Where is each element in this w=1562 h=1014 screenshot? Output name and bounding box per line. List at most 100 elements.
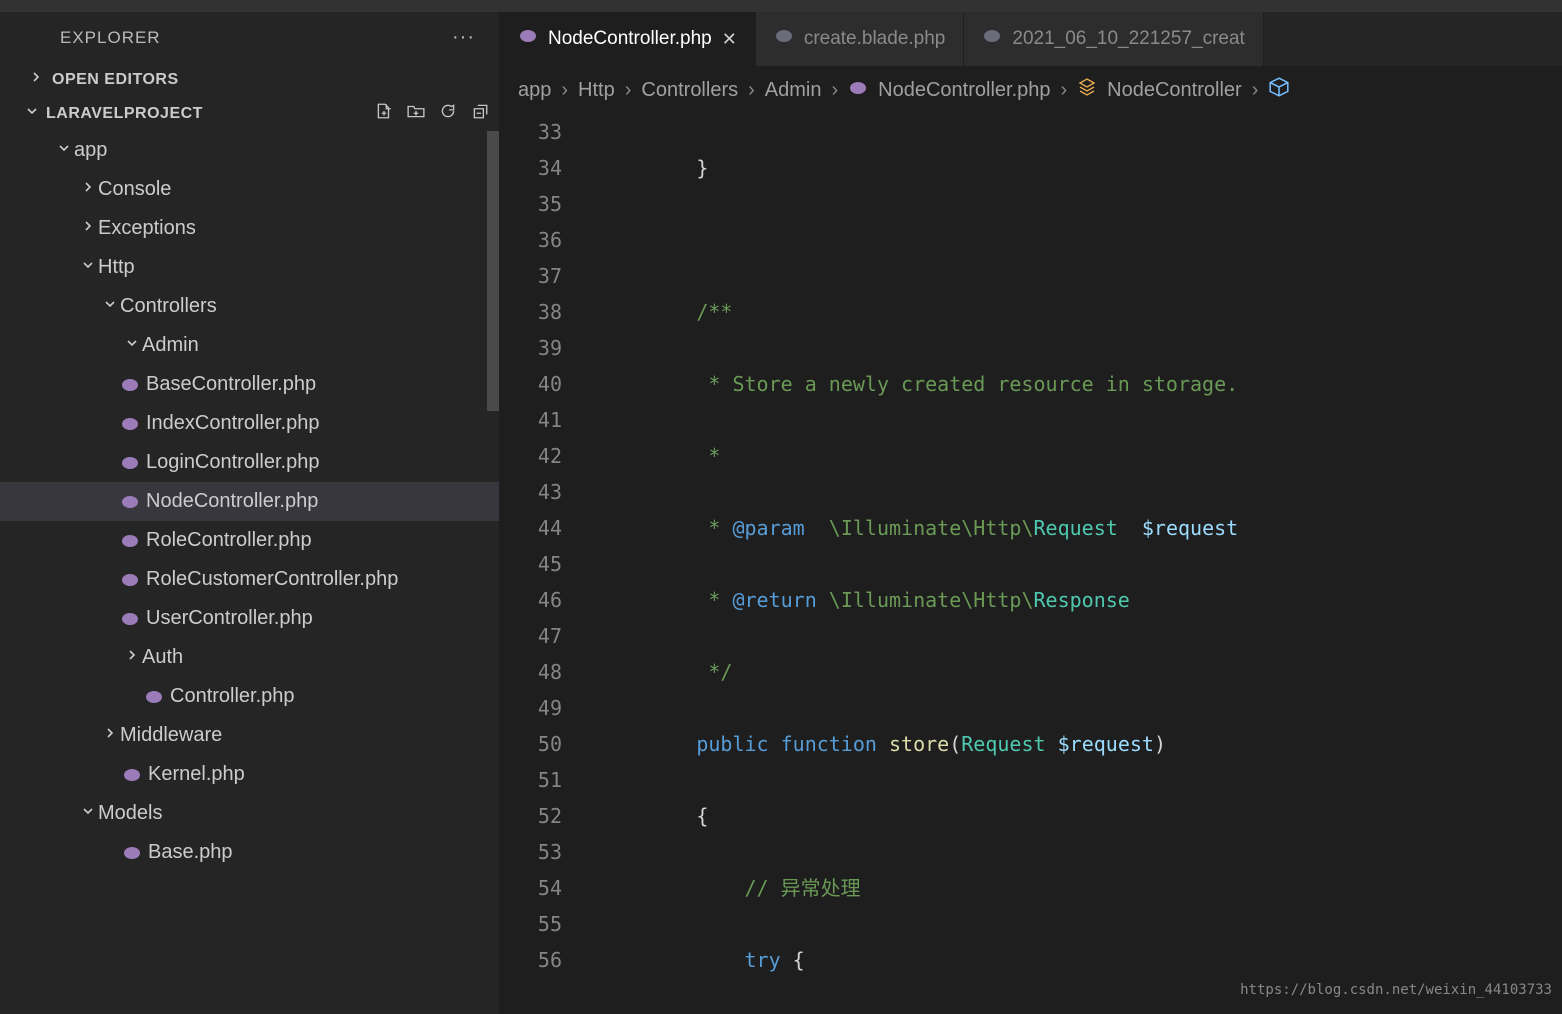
open-editors-section[interactable]: OPEN EDITORS xyxy=(0,63,499,96)
chevron-right-icon: › xyxy=(625,79,632,102)
line-number: 50 xyxy=(500,726,562,762)
code-text: Request xyxy=(961,732,1045,756)
line-number: 52 xyxy=(500,798,562,834)
file-label: Controller.php xyxy=(170,685,295,708)
file-base-controller[interactable]: BaseController.php xyxy=(0,365,499,404)
editor-area: NodeController.php ✕ create.blade.php 20… xyxy=(500,12,1562,1014)
php-icon xyxy=(142,689,166,705)
new-folder-icon[interactable] xyxy=(407,102,425,125)
file-kernel[interactable]: Kernel.php xyxy=(0,755,499,794)
gutter: 33 34 35 36 37 38 39 40 41 42 43 44 45 4… xyxy=(500,114,590,1014)
collapse-all-icon[interactable] xyxy=(471,102,489,125)
file-role-controller[interactable]: RoleController.php xyxy=(0,521,499,560)
breadcrumb-item[interactable]: NodeController.php xyxy=(878,79,1050,102)
chevron-down-icon xyxy=(78,802,98,825)
code-text: * xyxy=(600,588,732,612)
folder-middleware[interactable]: Middleware xyxy=(0,716,499,755)
folder-app[interactable]: app xyxy=(0,131,499,170)
explorer-title: EXPLORER xyxy=(60,28,161,48)
file-controller[interactable]: Controller.php xyxy=(0,677,499,716)
code-content[interactable]: } /** * Store a newly created resource i… xyxy=(590,114,1562,1014)
file-label: Kernel.php xyxy=(148,763,245,786)
code-text xyxy=(877,732,889,756)
tabs: NodeController.php ✕ create.blade.php 20… xyxy=(500,12,1562,66)
file-base[interactable]: Base.php xyxy=(0,833,499,872)
php-icon xyxy=(774,28,794,50)
php-icon xyxy=(120,845,144,861)
project-header[interactable]: LARAVELPROJECT xyxy=(0,96,499,131)
code-text: ) xyxy=(1154,732,1166,756)
breadcrumb-item[interactable]: app xyxy=(518,79,551,102)
line-number: 33 xyxy=(500,114,562,150)
file-tree[interactable]: app Console Exceptions Http Controllers … xyxy=(0,131,499,1014)
chevron-down-icon xyxy=(100,295,120,318)
folder-label: Controllers xyxy=(120,295,217,318)
project-name: LARAVELPROJECT xyxy=(46,105,203,123)
folder-label: Http xyxy=(98,256,135,279)
folder-admin[interactable]: Admin xyxy=(0,326,499,365)
line-number: 37 xyxy=(500,258,562,294)
line-number: 56 xyxy=(500,942,562,978)
tab-node-controller[interactable]: NodeController.php ✕ xyxy=(500,12,756,66)
scrollbar-thumb[interactable] xyxy=(487,131,499,411)
file-role-customer-controller[interactable]: RoleCustomerController.php xyxy=(0,560,499,599)
php-icon xyxy=(118,377,142,393)
folder-http[interactable]: Http xyxy=(0,248,499,287)
folder-exceptions[interactable]: Exceptions xyxy=(0,209,499,248)
code-text: $request xyxy=(1142,516,1238,540)
new-file-icon[interactable] xyxy=(375,102,393,125)
folder-models[interactable]: Models xyxy=(0,794,499,833)
line-number: 54 xyxy=(500,870,562,906)
file-index-controller[interactable]: IndexController.php xyxy=(0,404,499,443)
refresh-icon[interactable] xyxy=(439,102,457,125)
line-number: 46 xyxy=(500,582,562,618)
line-number: 44 xyxy=(500,510,562,546)
php-icon xyxy=(982,28,1002,50)
line-number: 42 xyxy=(500,438,562,474)
file-user-controller[interactable]: UserController.php xyxy=(0,599,499,638)
code-text xyxy=(1046,732,1058,756)
main-area: EXPLORER ··· OPEN EDITORS LARAVELPROJECT xyxy=(0,12,1562,1014)
breadcrumb-item[interactable]: NodeController xyxy=(1107,79,1242,102)
folder-auth[interactable]: Auth xyxy=(0,638,499,677)
code-text: { xyxy=(781,948,805,972)
more-icon[interactable]: ··· xyxy=(452,26,475,49)
code-text: // 异常处理 xyxy=(745,876,861,900)
line-number: 48 xyxy=(500,654,562,690)
tab-label: 2021_06_10_221257_creat xyxy=(1012,28,1244,50)
chevron-down-icon xyxy=(54,139,74,162)
breadcrumb-item[interactable]: Admin xyxy=(765,79,822,102)
chevron-right-icon xyxy=(100,724,120,747)
line-number: 35 xyxy=(500,186,562,222)
file-login-controller[interactable]: LoginController.php xyxy=(0,443,499,482)
folder-label: app xyxy=(74,139,107,162)
file-label: Base.php xyxy=(148,841,233,864)
breadcrumb-item[interactable]: Http xyxy=(578,79,615,102)
code-text: function xyxy=(781,732,877,756)
close-icon[interactable]: ✕ xyxy=(722,29,737,50)
chevron-right-icon: › xyxy=(561,79,568,102)
code-text xyxy=(600,948,745,972)
file-label: LoginController.php xyxy=(146,451,319,474)
php-icon xyxy=(118,455,142,471)
tab-label: create.blade.php xyxy=(804,28,946,50)
folder-console[interactable]: Console xyxy=(0,170,499,209)
breadcrumb-item[interactable]: Controllers xyxy=(641,79,738,102)
tab-migration[interactable]: 2021_06_10_221257_creat xyxy=(964,12,1263,66)
code-text: } xyxy=(600,156,708,180)
folder-controllers[interactable]: Controllers xyxy=(0,287,499,326)
titlebar xyxy=(0,0,1562,12)
php-icon xyxy=(518,28,538,50)
code-text xyxy=(1118,516,1142,540)
code-text: Response xyxy=(1034,588,1130,612)
breadcrumbs[interactable]: app › Http › Controllers › Admin › NodeC… xyxy=(500,66,1562,114)
cube-icon xyxy=(1268,76,1290,104)
tab-create-blade[interactable]: create.blade.php xyxy=(756,12,965,66)
chevron-down-icon xyxy=(24,103,40,124)
code-text xyxy=(600,876,745,900)
line-number: 41 xyxy=(500,402,562,438)
chevron-right-icon xyxy=(78,178,98,201)
code-text: * xyxy=(600,516,732,540)
file-node-controller[interactable]: NodeController.php xyxy=(0,482,499,521)
code-area[interactable]: 33 34 35 36 37 38 39 40 41 42 43 44 45 4… xyxy=(500,114,1562,1014)
